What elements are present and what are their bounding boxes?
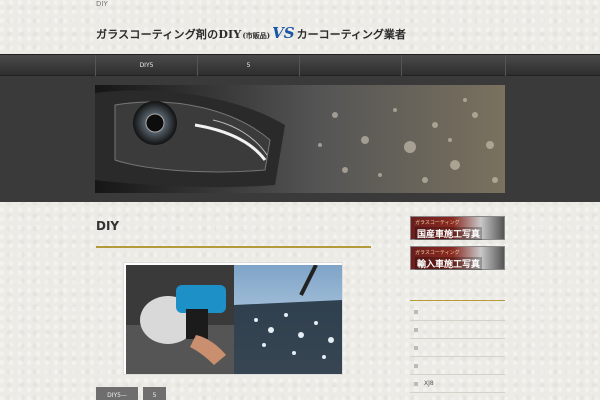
sidebar-item[interactable] — [410, 321, 505, 339]
post-image — [123, 262, 343, 375]
bullet-icon — [414, 381, 418, 386]
main-nav: DIY5 5 — [0, 54, 600, 76]
nav-item-3[interactable] — [299, 55, 401, 76]
nav-item-2[interactable]: 5 — [197, 55, 299, 76]
polishing-photo — [126, 265, 342, 374]
hero-image — [95, 85, 505, 193]
page-title: DIY — [96, 219, 120, 233]
site-title[interactable]: ガラスコーティング剤のDIY (市販品) VS カーコーティング業者 — [96, 24, 406, 42]
pager-button-1[interactable]: DIY5— — [96, 387, 138, 400]
sidebar-item[interactable] — [410, 339, 505, 357]
sidebar-item[interactable] — [410, 357, 505, 375]
site-title-vs: VS — [272, 24, 295, 42]
nav-item-1[interactable]: DIY5 — [95, 55, 197, 76]
bullet-icon — [414, 345, 418, 350]
nav-divider — [505, 55, 506, 76]
banner-title: 国産車施工写真 — [415, 227, 483, 240]
sidebar-item[interactable]: XJ8 — [410, 375, 505, 393]
title-divider — [96, 246, 371, 248]
banner-title: 輸入車施工写真 — [415, 257, 483, 270]
banner-subtitle: ガラスコーティング — [415, 250, 460, 256]
sidebar-item[interactable] — [410, 303, 505, 321]
sidebar-banner-domestic[interactable]: ガラスコーティング 国産車施工写真 — [410, 216, 505, 240]
nav-item-4[interactable] — [401, 55, 503, 76]
sidebar-divider — [410, 300, 505, 301]
site-title-part3: カーコーティング業者 — [296, 28, 406, 41]
pager-button-2[interactable]: 5 — [143, 387, 166, 400]
bullet-icon — [414, 327, 418, 332]
banner-subtitle: ガラスコーティング — [415, 220, 460, 226]
breadcrumb: DIY — [96, 0, 108, 8]
sidebar-banner-import[interactable]: ガラスコーティング 輸入車施工写真 — [410, 246, 505, 270]
site-title-part1: ガラスコーティング剤のDIY — [96, 28, 242, 41]
bullet-icon — [414, 363, 418, 368]
site-title-part2: (市販品) — [242, 31, 271, 40]
hero-band — [0, 76, 600, 202]
sidebar-item-label: XJ8 — [424, 380, 434, 387]
headlight-illustration — [95, 85, 505, 193]
bullet-icon — [414, 309, 418, 314]
